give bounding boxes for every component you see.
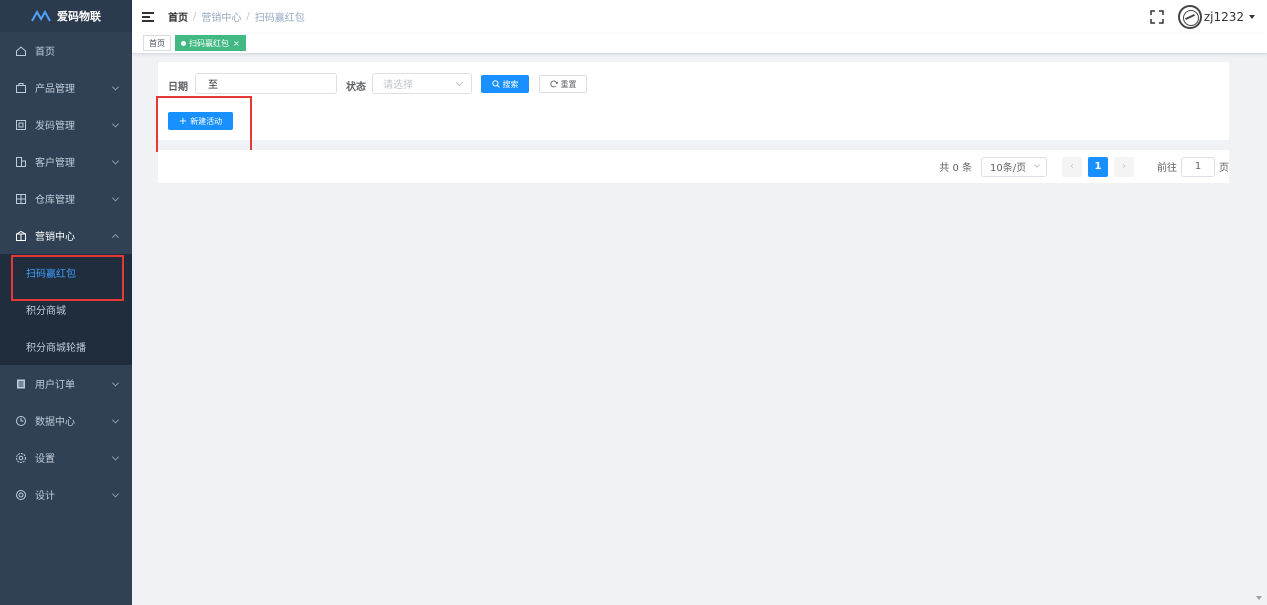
logo-icon bbox=[31, 10, 51, 22]
status-label: 状态 bbox=[346, 82, 366, 93]
date-label: 日期 bbox=[168, 82, 188, 93]
sidebar-item-label: 营销中心 bbox=[35, 232, 75, 243]
product-icon bbox=[16, 82, 26, 93]
goto-prefix: 前往 bbox=[1157, 163, 1177, 174]
chevron-down-icon bbox=[111, 82, 120, 91]
tag-scan-redpacket[interactable]: 扫码赢红包 × bbox=[175, 35, 246, 51]
sidebar-item-label: 设计 bbox=[35, 491, 55, 502]
chevron-down-icon bbox=[111, 378, 120, 387]
chevron-down-icon bbox=[111, 119, 120, 128]
order-icon bbox=[17, 379, 25, 388]
sidebar-item-customer[interactable]: 客户管理 bbox=[0, 143, 132, 180]
page-size-value: 10条/页 bbox=[990, 163, 1027, 174]
prev-page-button[interactable]: ‹ bbox=[1062, 156, 1082, 177]
search-button-label: 搜索 bbox=[502, 79, 519, 89]
dot-icon bbox=[181, 40, 186, 46]
chevron-right-icon: › bbox=[1122, 161, 1126, 172]
navbar: 首页 / 营销中心 / 扫码赢红包 zj1232 bbox=[132, 0, 1267, 33]
sidebar-item-data[interactable]: 数据中心 bbox=[0, 402, 132, 439]
search-icon bbox=[491, 80, 500, 88]
refresh-icon bbox=[549, 80, 558, 88]
chevron-down-icon bbox=[111, 452, 120, 461]
sidebar-item-label: 客户管理 bbox=[35, 158, 75, 169]
breadcrumb: 首页 / 营销中心 / 扫码赢红包 bbox=[168, 9, 305, 24]
caret-down-icon[interactable] bbox=[1249, 14, 1255, 19]
warehouse-icon bbox=[16, 193, 26, 204]
breadcrumb-separator: / bbox=[193, 11, 197, 22]
home-icon bbox=[16, 45, 26, 56]
sidebar-item-label: 用户订单 bbox=[35, 380, 75, 391]
highlight-box bbox=[156, 96, 252, 152]
sidebar-item-home[interactable]: 首页 bbox=[0, 32, 132, 69]
fullscreen-icon[interactable] bbox=[1150, 9, 1164, 24]
total-count: 共 0 条 bbox=[939, 163, 972, 174]
reset-button-label: 重置 bbox=[560, 79, 577, 89]
next-page-button[interactable]: › bbox=[1114, 156, 1134, 177]
tags-view: 首页 扫码赢红包 × bbox=[132, 33, 1267, 54]
username[interactable]: zj1232 bbox=[1204, 10, 1244, 24]
sidebar-item-label: 发码管理 bbox=[35, 121, 75, 132]
design-icon bbox=[16, 489, 26, 500]
chevron-down-icon bbox=[1034, 161, 1040, 168]
goto-page-input[interactable]: 1 bbox=[1181, 156, 1215, 177]
chevron-down-icon bbox=[111, 489, 120, 498]
marketing-icon bbox=[16, 230, 26, 241]
chevron-down-icon bbox=[455, 78, 464, 87]
status-select[interactable]: 请选择 bbox=[372, 73, 472, 94]
sidebar-item-label: 首页 bbox=[35, 47, 55, 58]
chevron-down-icon bbox=[111, 415, 120, 424]
chevron-down-icon bbox=[111, 193, 120, 202]
date-range-separator: 至 bbox=[208, 80, 218, 91]
customer-icon bbox=[16, 156, 26, 167]
search-button[interactable]: 搜索 bbox=[481, 75, 529, 93]
close-icon[interactable]: × bbox=[233, 39, 240, 48]
page-number[interactable]: 1 bbox=[1088, 156, 1108, 177]
sidebar-item-label: 仓库管理 bbox=[35, 195, 75, 206]
hamburger-icon[interactable] bbox=[142, 11, 154, 22]
sidebar-subitem-points-mall-carousel[interactable]: 积分商城轮播 bbox=[0, 328, 132, 365]
breadcrumb-item[interactable]: 首页 bbox=[168, 9, 188, 24]
chevron-up-icon bbox=[111, 233, 120, 241]
sidebar-item-product[interactable]: 产品管理 bbox=[0, 69, 132, 106]
sidebar-item-warehouse[interactable]: 仓库管理 bbox=[0, 180, 132, 217]
right-menu: zj1232 bbox=[1150, 0, 1255, 33]
tag-home[interactable]: 首页 bbox=[143, 35, 171, 51]
table-panel: 共 0 条 10条/页 ‹ 1 › 前往 1 页 bbox=[158, 150, 1229, 183]
sidebar-item-label: 积分商城轮播 bbox=[26, 343, 86, 354]
avatar[interactable] bbox=[1177, 4, 1202, 29]
reset-button[interactable]: 重置 bbox=[539, 75, 587, 93]
sidebar-item-orders[interactable]: 用户订单 bbox=[0, 365, 132, 402]
tag-label: 首页 bbox=[149, 38, 165, 48]
highlight-box bbox=[11, 255, 124, 301]
scroll-down-icon[interactable] bbox=[1256, 596, 1262, 600]
goto-suffix: 页 bbox=[1219, 163, 1229, 174]
sidebar-item-label: 产品管理 bbox=[35, 84, 75, 95]
code-icon bbox=[16, 119, 26, 130]
sidebar-item-marketing[interactable]: 营销中心 bbox=[0, 217, 132, 254]
page-size-select[interactable]: 10条/页 bbox=[981, 156, 1047, 177]
sidebar-item-settings[interactable]: 设置 bbox=[0, 439, 132, 476]
sidebar-item-code[interactable]: 发码管理 bbox=[0, 106, 132, 143]
tag-label: 扫码赢红包 bbox=[189, 38, 229, 48]
sidebar-item-label: 积分商城 bbox=[26, 306, 66, 317]
sidebar-item-label: 数据中心 bbox=[35, 417, 75, 428]
chevron-down-icon bbox=[111, 156, 120, 165]
breadcrumb-item: 营销中心 bbox=[201, 13, 242, 24]
breadcrumb-item: 扫码赢红包 bbox=[254, 13, 305, 24]
logo-text: 爱码物联 bbox=[57, 10, 101, 23]
chevron-left-icon: ‹ bbox=[1070, 161, 1074, 172]
sidebar-item-design[interactable]: 设计 bbox=[0, 476, 132, 513]
breadcrumb-separator: / bbox=[246, 11, 250, 22]
sidebar-item-label: 设置 bbox=[35, 454, 55, 465]
goto-page: 前往 1 页 bbox=[1157, 156, 1229, 177]
status-placeholder: 请选择 bbox=[383, 80, 413, 91]
search-panel: 日期 至 状态 请选择 搜索 重置 + 新建活动 bbox=[158, 62, 1229, 140]
logo[interactable]: 爱码物联 bbox=[0, 0, 132, 32]
data-icon bbox=[16, 415, 26, 426]
pagination: 共 0 条 10条/页 ‹ 1 › 前往 1 页 bbox=[939, 150, 1229, 183]
settings-icon bbox=[16, 452, 26, 463]
sidebar: 爱码物联 首页 产品管理 发码管理 客户管理 仓库管理 营销中心 扫码赢红包 积… bbox=[0, 0, 132, 605]
date-range-input[interactable]: 至 bbox=[195, 73, 337, 94]
